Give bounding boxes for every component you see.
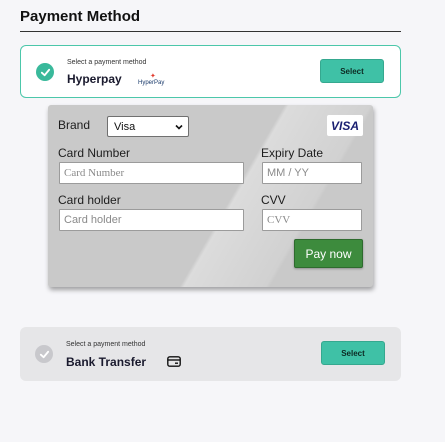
brand-select-value: Visa	[114, 120, 136, 133]
option-hint: Select a payment method	[66, 341, 146, 348]
check-circle-icon	[36, 63, 54, 81]
page-title: Payment Method	[20, 8, 141, 25]
card-holder-label: Card holder	[58, 193, 121, 207]
expiry-date-placeholder: MM / YY	[267, 167, 309, 179]
option-name: Hyperpay	[67, 72, 122, 86]
card-holder-placeholder: Card holder	[64, 214, 122, 226]
payment-option-bank-transfer[interactable]: Select a payment method Bank Transfer Se…	[20, 327, 401, 381]
chevron-down-icon	[175, 124, 183, 130]
card-number-label: Card Number	[58, 146, 131, 160]
cvv-placeholder: CVV	[267, 214, 291, 226]
option-name: Bank Transfer	[66, 355, 147, 369]
pay-now-button[interactable]: Pay now	[294, 239, 363, 268]
card-number-placeholder: Card Number	[64, 167, 125, 179]
cvv-input[interactable]: CVV	[262, 209, 362, 231]
card-number-input[interactable]: Card Number	[59, 162, 244, 184]
expiry-date-input[interactable]: MM / YY	[262, 162, 362, 184]
brand-select[interactable]: Visa	[107, 116, 189, 137]
expiry-date-label: Expiry Date	[261, 146, 324, 160]
check-circle-icon	[35, 345, 53, 363]
select-bank-transfer-button[interactable]: Select	[321, 341, 385, 365]
payment-option-hyperpay[interactable]: Select a payment method Hyperpay ✦ Hyper…	[20, 45, 401, 98]
brand-label: Brand	[58, 118, 91, 132]
cvv-label: CVV	[261, 193, 286, 207]
option-hint: Select a payment method	[67, 59, 147, 66]
select-hyperpay-button[interactable]: Select	[320, 59, 384, 83]
visa-logo: VISA	[327, 115, 363, 136]
hyperpay-logo: ✦ HyperPay	[138, 73, 170, 89]
credit-card-icon	[167, 356, 181, 367]
card-payment-form: Brand Visa VISA Card Number Card Number …	[48, 105, 373, 287]
hyperpay-logo-text: HyperPay	[138, 80, 165, 86]
title-divider	[20, 31, 401, 32]
card-holder-input[interactable]: Card holder	[59, 209, 244, 231]
hyperpay-logo-mark-icon: ✦	[150, 73, 156, 80]
